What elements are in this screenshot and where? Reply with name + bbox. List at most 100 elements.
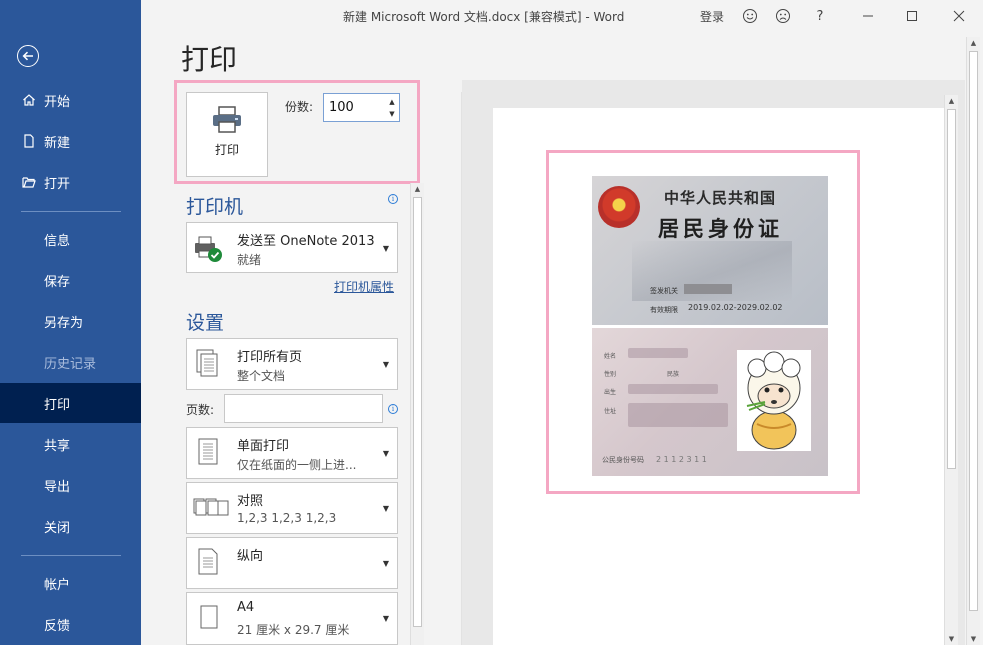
copies-label: 份数: — [285, 100, 314, 114]
copies-input[interactable] — [324, 94, 384, 121]
printer-dropdown[interactable]: 发送至 OneNote 2013 就绪 ▼ — [186, 222, 398, 273]
print-button-label: 打印 — [214, 143, 239, 157]
backstage-nav: 开始 新建 打开 信息 保存 另存为 历史记录 打印 共享 导出 关闭 帐户 反… — [0, 0, 141, 645]
issuer-label: 签发机关 — [650, 287, 678, 295]
blurred-field — [628, 384, 718, 394]
nav-label: 关闭 — [44, 520, 71, 536]
scroll-thumb[interactable] — [947, 109, 956, 469]
nav-divider — [21, 555, 121, 556]
sides-dropdown[interactable]: 单面打印 仅在纸面的一侧上进... ▼ — [186, 427, 398, 479]
pages-stack-icon — [196, 349, 218, 377]
nav-label: 新建 — [44, 135, 71, 151]
printer-heading: 打印机 — [186, 196, 244, 218]
maximize-icon[interactable] — [902, 6, 922, 26]
scroll-up-icon[interactable]: ▲ — [967, 37, 980, 49]
printer-ready-icon — [195, 236, 222, 262]
info-icon[interactable]: i — [388, 194, 398, 204]
settings-scrollbar[interactable]: ▲ — [410, 183, 424, 645]
frown-feedback-icon[interactable] — [773, 6, 793, 26]
printer-name: 发送至 OneNote 2013 — [237, 234, 375, 249]
one-sided-icon — [198, 438, 218, 465]
preview-scrollbar[interactable]: ▲ ▼ — [944, 95, 958, 645]
spin-up-icon[interactable]: ▲ — [387, 96, 397, 108]
print-range-dropdown[interactable]: 打印所有页 整个文档 ▼ — [186, 338, 398, 390]
scroll-up-icon[interactable]: ▲ — [945, 95, 958, 107]
nav-item-close[interactable]: 关闭 — [0, 506, 141, 546]
back-arrow-icon[interactable] — [17, 45, 39, 67]
printer-status: 就绪 — [237, 253, 262, 267]
scroll-up-icon[interactable]: ▲ — [411, 183, 424, 195]
nav-item-info[interactable]: 信息 — [0, 219, 141, 259]
name-label: 姓名 — [604, 353, 617, 360]
nav-item-open[interactable]: 打开 — [0, 162, 141, 202]
collated-icon — [193, 498, 229, 516]
printer-properties-link[interactable]: 打印机属性 — [334, 278, 394, 295]
nav-label: 信息 — [44, 233, 71, 249]
sex-label: 性别 — [604, 371, 617, 378]
smile-feedback-icon[interactable] — [740, 6, 760, 26]
nav-item-save[interactable]: 保存 — [0, 260, 141, 300]
id-card-back-image: 姓名 性别 民族 出生 住址 公民身份号码 2 1 1 2 3 1 1 — [592, 328, 828, 476]
birth-label: 出生 — [604, 389, 617, 396]
home-icon — [23, 94, 35, 106]
setting-sub: 整个文档 — [237, 369, 286, 383]
card-front-line1: 中华人民共和国 — [664, 189, 777, 207]
help-button[interactable]: ? — [810, 6, 830, 26]
dropdown-arrow-icon: ▼ — [382, 614, 389, 623]
nav-item-account[interactable]: 帐户 — [0, 563, 141, 603]
id-number-label: 公民身份号码 — [602, 456, 644, 464]
nav-label: 历史记录 — [44, 356, 97, 372]
blurred-field — [628, 403, 728, 427]
address-label: 住址 — [604, 408, 617, 415]
minimize-icon[interactable] — [858, 6, 878, 26]
orientation-dropdown[interactable]: 纵向 ▼ — [186, 537, 398, 589]
pages-input[interactable] — [224, 394, 383, 423]
validity-label: 有效期限 — [650, 306, 678, 314]
validity-value: 2019.02.02-2029.02.02 — [688, 303, 783, 312]
scroll-thumb[interactable] — [413, 197, 422, 627]
blurred-field — [628, 348, 688, 358]
nav-item-new[interactable]: 新建 — [0, 121, 141, 161]
nav-label: 帐户 — [44, 577, 71, 593]
window-scrollbar[interactable]: ▲ ▼ — [966, 37, 980, 645]
scroll-thumb[interactable] — [969, 51, 978, 611]
nav-label: 反馈 — [44, 618, 71, 634]
dropdown-arrow-icon: ▼ — [382, 244, 389, 253]
info-icon[interactable]: i — [388, 404, 398, 414]
nav-item-export[interactable]: 导出 — [0, 465, 141, 505]
pages-label: 页数: — [186, 403, 215, 417]
nav-item-history[interactable]: 历史记录 — [0, 342, 141, 382]
nav-divider — [21, 211, 121, 212]
spin-down-icon[interactable]: ▼ — [387, 108, 397, 120]
setting-main: 单面打印 — [237, 439, 290, 454]
nav-item-share[interactable]: 共享 — [0, 424, 141, 464]
close-window-icon[interactable] — [949, 6, 969, 26]
collate-dropdown[interactable]: 对照 1,2,3 1,2,3 1,2,3 ▼ — [186, 482, 398, 534]
scroll-down-icon[interactable]: ▼ — [945, 633, 958, 645]
nav-item-feedback[interactable]: 反馈 — [0, 604, 141, 644]
settings-heading: 设置 — [186, 312, 225, 334]
setting-main: 纵向 — [237, 549, 264, 564]
redacted-issuer — [684, 284, 732, 294]
paper-size-dropdown[interactable]: A4 21 厘米 x 29.7 厘米 ▼ — [186, 592, 398, 645]
setting-sub: 仅在纸面的一侧上进... — [237, 458, 357, 472]
nav-item-save-as[interactable]: 另存为 — [0, 301, 141, 341]
nav-label: 共享 — [44, 438, 71, 454]
dropdown-arrow-icon: ▼ — [382, 360, 389, 369]
nav-label: 打开 — [44, 176, 71, 192]
nav-item-home[interactable]: 开始 — [0, 80, 141, 120]
login-link[interactable]: 登录 — [700, 8, 724, 25]
print-button[interactable]: 打印 — [186, 92, 268, 177]
window-title: 新建 Microsoft Word 文档.docx [兼容模式] - Word — [343, 10, 625, 24]
scroll-down-icon[interactable]: ▼ — [967, 633, 980, 645]
dropdown-arrow-icon: ▼ — [382, 449, 389, 458]
id-card-front-image: 中华人民共和国 居民身份证 签发机关 有效期限 2019.02.02-2029.… — [592, 176, 828, 325]
setting-main: A4 — [237, 600, 255, 615]
setting-sub: 1,2,3 1,2,3 1,2,3 — [237, 511, 337, 525]
paper-size-icon — [200, 605, 218, 629]
nav-item-print[interactable]: 打印 — [0, 383, 141, 423]
folder-open-icon — [22, 177, 36, 188]
page-title: 打印 — [181, 43, 238, 76]
title-bar: 新建 Microsoft Word 文档.docx [兼容模式] - Word … — [141, 0, 983, 32]
copies-stepper[interactable]: ▲ ▼ — [323, 93, 400, 122]
